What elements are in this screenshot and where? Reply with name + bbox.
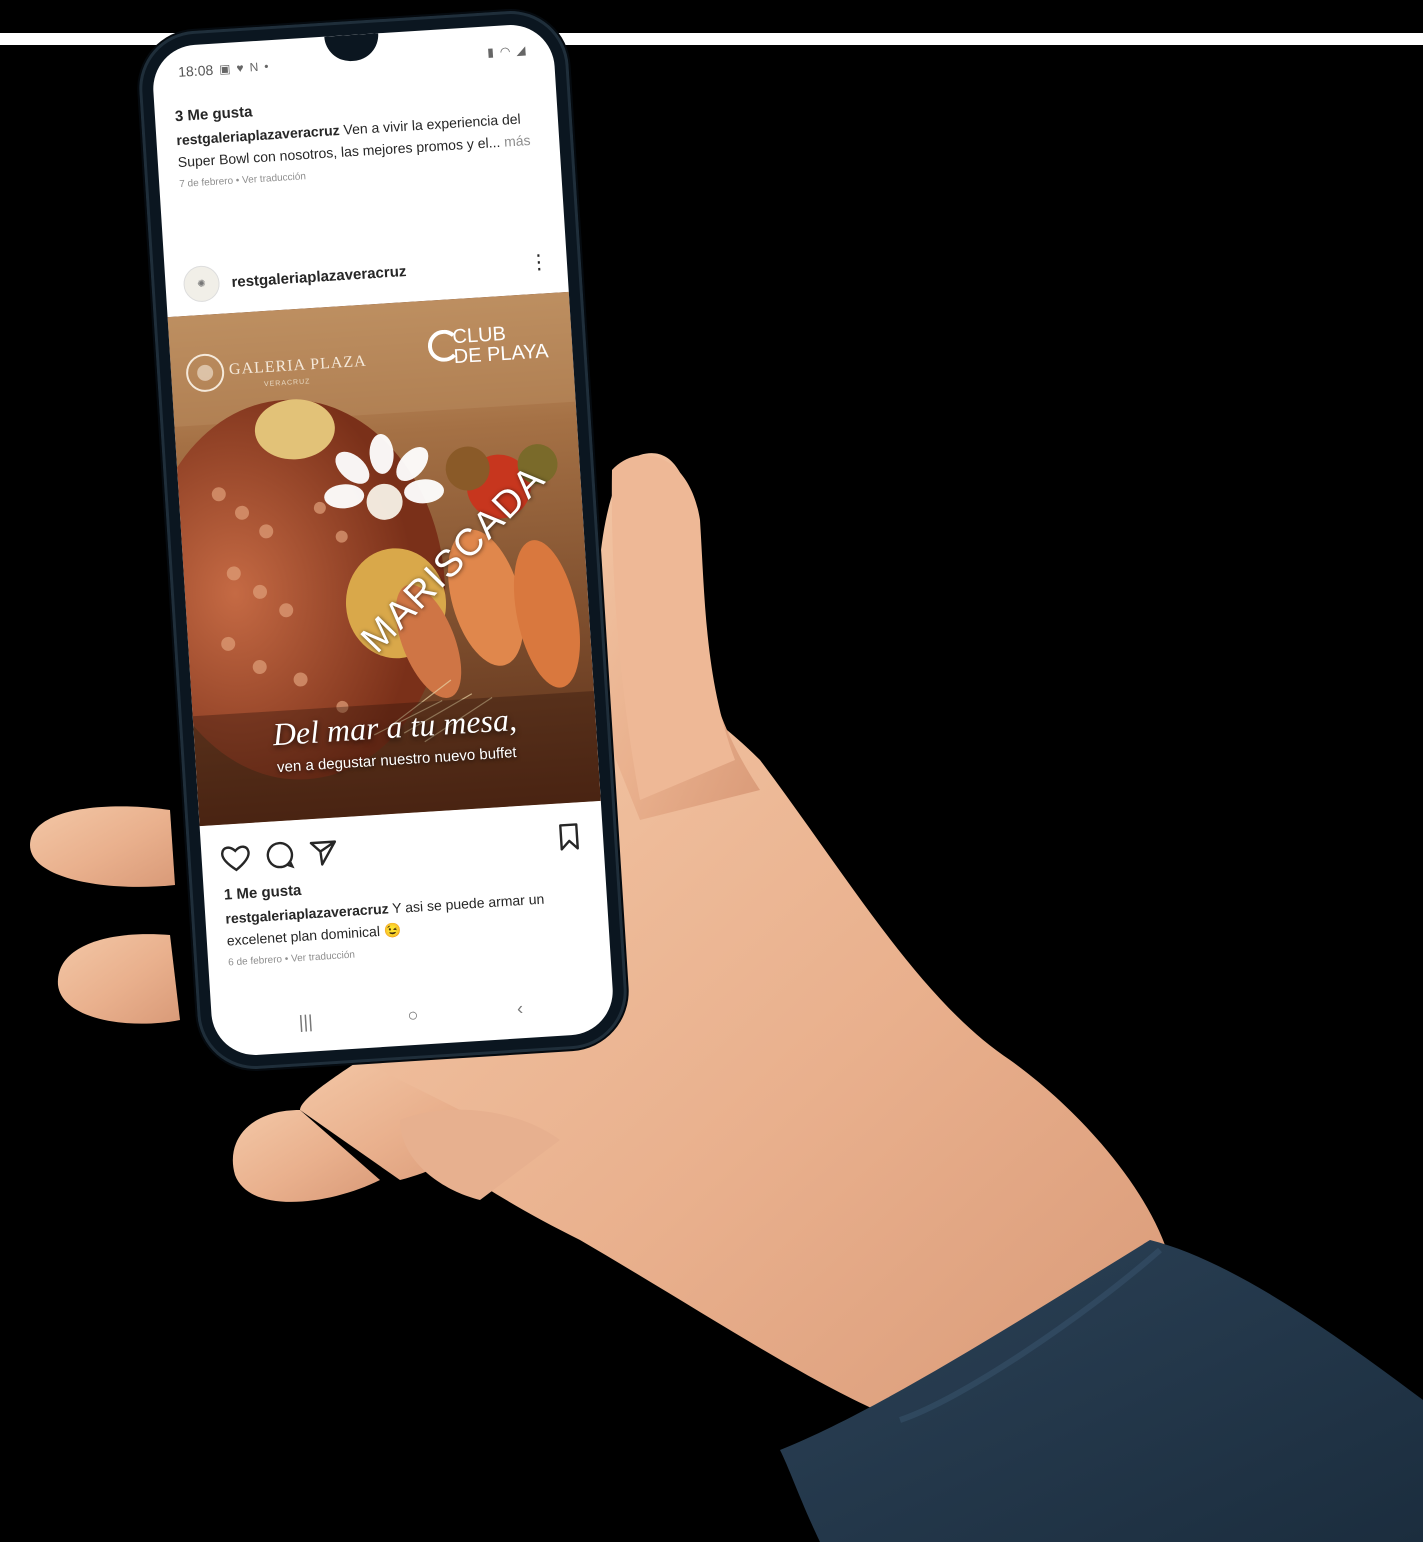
previous-post: 3 Me gusta restgaleriaplazaveracruz Ven … [174, 85, 548, 190]
status-left: 18:08 ▣ ♥ N • [178, 58, 269, 80]
share-button[interactable] [307, 835, 341, 869]
save-button[interactable] [552, 820, 586, 854]
smartphone: 18:08 ▣ ♥ N • ▮ ◠ ◢ 3 Me gusta restgaler… [135, 7, 631, 1073]
current-post-details: 1 Me gusta restgaleriaplazaveracruz Y as… [223, 863, 597, 969]
finger-1 [30, 806, 175, 887]
recents-button[interactable]: ||| [285, 1001, 327, 1043]
comment-bubble-icon [266, 841, 295, 869]
finger-2 [57, 934, 180, 1024]
wifi-icon: ◠ [499, 44, 511, 59]
avatar-logo-icon: ✺ [197, 278, 207, 290]
comment-button[interactable] [263, 838, 297, 872]
status-time: 18:08 [177, 61, 214, 80]
caption-username[interactable]: restgaleriaplazaveracruz [225, 900, 389, 926]
android-nav-bar: ||| ○ ‹ [210, 972, 615, 1057]
avatar[interactable]: ✺ [182, 264, 221, 303]
post-username[interactable]: restgaleriaplazaveracruz [231, 255, 529, 291]
heart-outline-icon [221, 845, 250, 872]
phone-screen: 18:08 ▣ ♥ N • ▮ ◠ ◢ 3 Me gusta restgaler… [150, 22, 616, 1058]
thumb [596, 453, 760, 820]
previous-post-username[interactable]: restgaleriaplazaveracruz [176, 122, 340, 148]
send-paper-plane-icon [309, 840, 337, 866]
more-options-icon[interactable]: ⋮ [528, 251, 549, 274]
back-button[interactable]: ‹ [499, 987, 541, 1029]
signal-icon: ◢ [515, 43, 526, 58]
home-button[interactable]: ○ [392, 994, 434, 1036]
scene: 18:08 ▣ ♥ N • ▮ ◠ ◢ 3 Me gusta restgaler… [0, 0, 1423, 1542]
n-icon: N [249, 59, 259, 75]
brand-club-de-playa: CLUB DE PLAYA [414, 321, 549, 369]
post-image[interactable]: GALERIA PLAZA VERACRUZ CLUB DE PLAYA MAR… [167, 291, 601, 827]
bookmark-icon [559, 823, 579, 851]
like-button[interactable] [219, 841, 253, 875]
status-right: ▮ ◠ ◢ [487, 43, 526, 59]
heart-icon: ♥ [236, 60, 245, 76]
battery-icon: ▮ [486, 45, 495, 60]
image-icon: ▣ [218, 61, 231, 77]
dot-icon: • [263, 59, 269, 74]
more-link[interactable]: más [504, 132, 531, 150]
wink-emoji-icon: 😉 [383, 921, 402, 939]
